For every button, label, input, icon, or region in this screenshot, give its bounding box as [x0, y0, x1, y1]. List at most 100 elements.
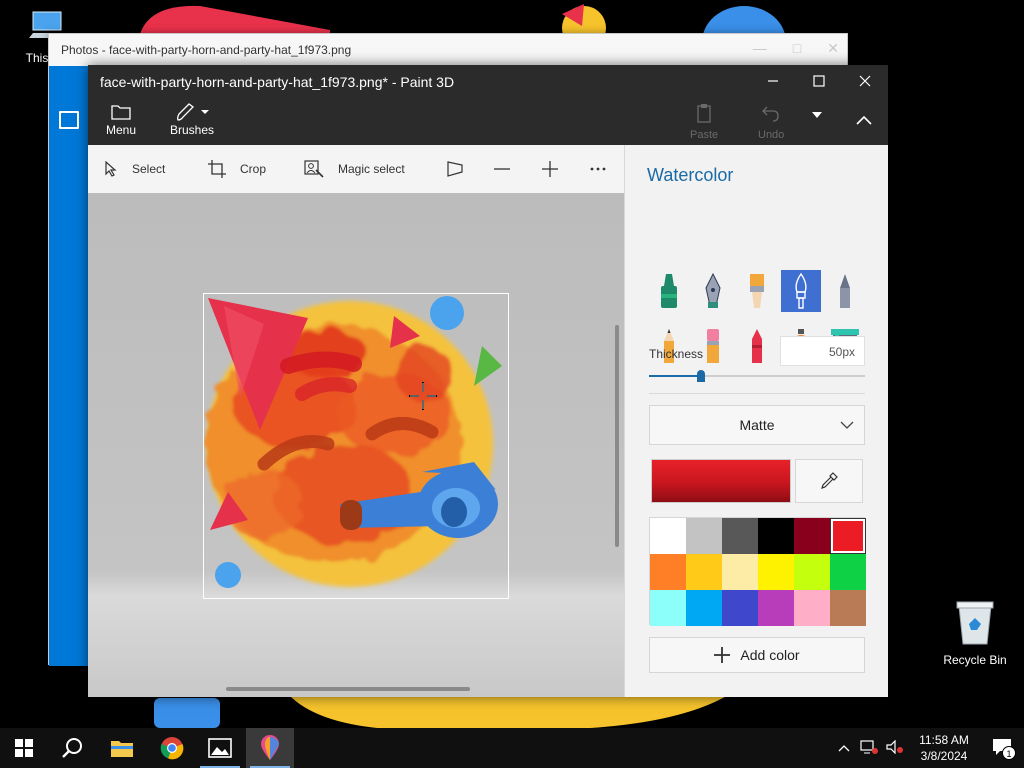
- finish-value: Matte: [739, 417, 775, 433]
- wallpaper-balloon-fragment: [702, 6, 786, 36]
- palette-swatch[interactable]: [830, 590, 866, 626]
- crayon-icon: [752, 329, 762, 363]
- flip-tool[interactable]: [446, 145, 464, 193]
- crosshair-cursor-icon: [409, 382, 437, 410]
- plus-icon: [714, 647, 731, 663]
- palette-swatch[interactable]: [830, 518, 866, 554]
- undo-button[interactable]: Undo: [758, 103, 784, 141]
- brush-oil[interactable]: [737, 270, 777, 312]
- brushes-label: Brushes: [170, 123, 215, 137]
- clock-date: 3/8/2024: [920, 749, 968, 763]
- zoom-in-button[interactable]: [542, 145, 558, 193]
- palette-swatch[interactable]: [722, 590, 758, 626]
- palette-swatch[interactable]: [794, 554, 830, 590]
- palette-swatch[interactable]: [830, 554, 866, 590]
- search-button[interactable]: [48, 728, 96, 768]
- taskbar-file-explorer[interactable]: [98, 728, 146, 768]
- close-button[interactable]: [842, 65, 888, 97]
- palette-swatch[interactable]: [686, 590, 722, 626]
- photos-maximize-icon[interactable]: □: [793, 40, 801, 57]
- thickness-slider-thumb[interactable]: [696, 370, 705, 382]
- taskbar-photos[interactable]: [196, 728, 244, 768]
- cursor-icon: [105, 161, 117, 177]
- brushes-button[interactable]: Brushes: [170, 101, 214, 137]
- photos-app-icon: [59, 111, 79, 129]
- minus-icon: [494, 168, 510, 170]
- panel-divider: [649, 393, 865, 394]
- brush-marker[interactable]: [649, 270, 689, 312]
- thickness-label: Thickness: [649, 347, 704, 361]
- ellipsis-icon: [590, 167, 606, 171]
- taskbar-paint-3d[interactable]: [246, 728, 294, 768]
- current-color-swatch[interactable]: [651, 459, 791, 503]
- photos-titlebar[interactable]: Photos - face-with-party-horn-and-party-…: [49, 34, 847, 66]
- crop-tool[interactable]: Crop: [208, 145, 266, 193]
- thickness-input[interactable]: 50px: [780, 336, 865, 366]
- color-palette: [649, 517, 866, 626]
- palette-swatch[interactable]: [650, 518, 686, 554]
- brush-crayon[interactable]: [737, 325, 777, 367]
- paste-label: Paste: [690, 129, 719, 141]
- taskbar-chrome[interactable]: [148, 728, 196, 768]
- photos-minimize-icon[interactable]: —: [753, 40, 767, 57]
- palette-swatch[interactable]: [758, 554, 794, 590]
- eraser-icon: [707, 329, 719, 363]
- flag-icon: [447, 161, 463, 177]
- palette-swatch[interactable]: [722, 518, 758, 554]
- image-canvas[interactable]: [203, 293, 509, 599]
- magic-select-icon: [304, 160, 324, 178]
- zoom-out-button[interactable]: [494, 145, 510, 193]
- more-options-button[interactable]: [590, 145, 606, 193]
- palette-swatch[interactable]: [650, 554, 686, 590]
- paint-3d-window[interactable]: face-with-party-horn-and-party-hat_1f973…: [88, 65, 888, 697]
- start-button[interactable]: [0, 728, 48, 768]
- clock-time: 11:58 AM: [919, 733, 969, 747]
- brush-calligraphy-pen[interactable]: [693, 270, 733, 312]
- eyedropper-button[interactable]: [795, 459, 863, 503]
- network-icon[interactable]: [856, 739, 882, 757]
- clock[interactable]: 11:58 AM 3/8/2024: [908, 732, 980, 764]
- thickness-slider[interactable]: [649, 367, 865, 383]
- palette-swatch[interactable]: [722, 554, 758, 590]
- horizontal-scrollbar[interactable]: [226, 687, 470, 691]
- paint-window-title: face-with-party-horn-and-party-hat_1f973…: [100, 74, 455, 90]
- close-icon: [859, 75, 871, 87]
- select-tool[interactable]: Select: [104, 145, 165, 193]
- add-color-button[interactable]: Add color: [649, 637, 865, 673]
- recycle-bin-desktop-icon[interactable]: Recycle Bin: [938, 600, 1012, 667]
- recycle-bin-icon: [956, 601, 994, 645]
- brush-panel-title: Watercolor: [647, 165, 734, 185]
- palette-swatch[interactable]: [686, 518, 722, 554]
- minimize-button[interactable]: [750, 65, 796, 97]
- volume-icon[interactable]: [882, 739, 908, 757]
- menu-label: Menu: [106, 123, 137, 137]
- photos-close-icon[interactable]: ✕: [827, 40, 839, 57]
- drawing-canvas-area[interactable]: [88, 193, 624, 697]
- add-color-label: Add color: [740, 647, 800, 663]
- vertical-scrollbar[interactable]: [615, 325, 619, 547]
- palette-swatch[interactable]: [650, 590, 686, 626]
- menu-button[interactable]: Menu: [106, 101, 136, 137]
- folder-icon: [111, 741, 133, 757]
- magic-select-tool[interactable]: Magic select: [304, 145, 405, 193]
- palette-swatch[interactable]: [794, 590, 830, 626]
- marker-icon: [661, 274, 677, 308]
- more-dropdown-button[interactable]: [812, 109, 822, 121]
- maximize-button[interactable]: [796, 65, 842, 97]
- collapse-ribbon-button[interactable]: [844, 105, 884, 135]
- paste-button[interactable]: Paste: [690, 103, 718, 141]
- palette-swatch[interactable]: [758, 518, 794, 554]
- finish-dropdown[interactable]: Matte: [649, 405, 865, 445]
- palette-swatch[interactable]: [794, 518, 830, 554]
- undo-icon: [762, 106, 779, 122]
- action-center-button[interactable]: 1: [980, 738, 1024, 760]
- oil-brush-icon: [750, 274, 764, 308]
- brush-watercolor[interactable]: [781, 270, 821, 312]
- palette-swatch[interactable]: [758, 590, 794, 626]
- recycle-bin-label: Recycle Bin: [943, 653, 1007, 667]
- show-hidden-icons-icon[interactable]: [832, 741, 856, 755]
- palette-swatch[interactable]: [686, 554, 722, 590]
- search-icon: [62, 738, 82, 758]
- chrome-icon: [160, 737, 184, 760]
- brush-pixel-pen[interactable]: [825, 270, 865, 312]
